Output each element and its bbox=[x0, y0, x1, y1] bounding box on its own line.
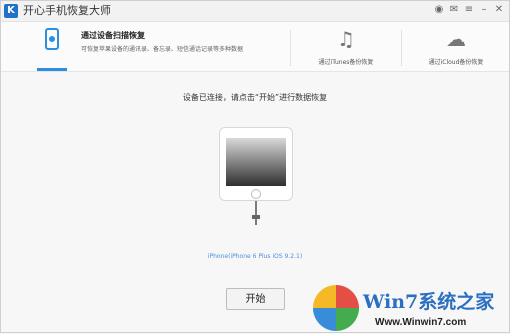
apple-icon bbox=[49, 36, 55, 42]
window-controls: ◉ ✉ ≡ – ✕ bbox=[433, 4, 505, 16]
mode-label: 通过iCloud备份恢复 bbox=[428, 59, 484, 66]
minimize-icon[interactable]: – bbox=[478, 4, 490, 16]
windows-logo-icon bbox=[313, 285, 359, 331]
cable-connector-icon bbox=[252, 215, 260, 219]
mode-description: 可恢复苹果设备的通讯录、备忘录、短信通话记录等多种数据 bbox=[81, 46, 244, 53]
cable-icon bbox=[255, 201, 257, 225]
wechat-icon[interactable]: ◉ bbox=[433, 4, 445, 16]
mode-title: 通过设备扫描恢复 bbox=[81, 31, 145, 40]
watermark-url: Www.Winwin7.com bbox=[375, 317, 467, 328]
status-message: 设备已连接，请点击“开始”进行数据恢复 bbox=[182, 93, 328, 102]
cloud-icon: ☁ bbox=[446, 27, 466, 51]
mode-bar: 通过设备扫描恢复 可恢复苹果设备的通讯录、备忘录、短信通话记录等多种数据 ♫ 通… bbox=[1, 22, 509, 72]
start-button[interactable]: 开始 bbox=[226, 288, 285, 310]
title-bar: K 开心手机恢复大师 ◉ ✉ ≡ – ✕ bbox=[1, 1, 509, 22]
app-title: 开心手机恢复大师 bbox=[23, 4, 111, 17]
app-window: K 开心手机恢复大师 ◉ ✉ ≡ – ✕ 通过设备扫描恢复 可恢复苹果设备的通讯… bbox=[0, 0, 510, 333]
menu-icon[interactable]: ≡ bbox=[463, 4, 475, 16]
active-indicator bbox=[37, 68, 67, 71]
watermark-text: Win7系统之家 bbox=[363, 291, 495, 313]
mode-icloud-backup[interactable]: ☁ 通过iCloud备份恢复 bbox=[401, 22, 510, 71]
music-note-icon: ♫ bbox=[337, 27, 355, 51]
phone-screen bbox=[226, 138, 286, 186]
chat-icon[interactable]: ✉ bbox=[448, 4, 460, 16]
app-logo: K bbox=[4, 4, 18, 18]
mode-label: 通过iTunes备份恢复 bbox=[318, 59, 374, 66]
iphone-icon bbox=[45, 28, 59, 50]
close-icon[interactable]: ✕ bbox=[493, 4, 505, 16]
mode-itunes-backup[interactable]: ♫ 通过iTunes备份恢复 bbox=[291, 22, 401, 71]
mode-device-scan[interactable]: 通过设备扫描恢复 可恢复苹果设备的通讯录、备忘录、短信通话记录等多种数据 bbox=[1, 22, 291, 71]
iphone-illustration bbox=[219, 127, 293, 201]
home-button-icon bbox=[251, 189, 261, 199]
device-name[interactable]: iPhone(iPhone 6 Plus iOS 9.2.1) bbox=[1, 253, 509, 260]
watermark: Win7系统之家 Www.Winwin7.com bbox=[313, 285, 510, 334]
